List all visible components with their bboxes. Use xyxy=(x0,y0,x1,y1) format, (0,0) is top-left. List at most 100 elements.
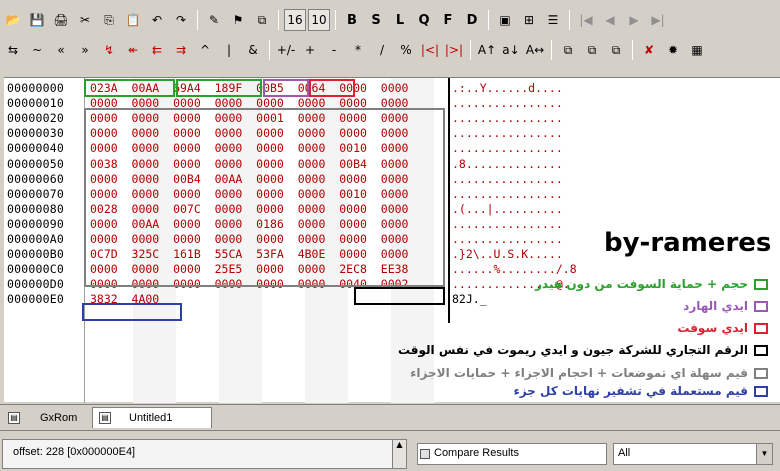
compare-panel: Compare Results All ▼ xyxy=(417,441,777,471)
toolbar1-button-0-7[interactable]: ↷ xyxy=(170,9,192,31)
toolbar1-button-4-0[interactable]: ▣ xyxy=(494,9,516,31)
toolbar2-button-4-1[interactable]: ✹ xyxy=(662,39,684,61)
legend-item: ايدي سوفت xyxy=(677,321,768,335)
ascii-row[interactable]: ................ xyxy=(452,232,563,246)
ascii-row[interactable]: ................ xyxy=(452,217,563,231)
hex-row[interactable]: 0000 0000 0000 25E5 0000 0000 2EC8 EE38 xyxy=(90,262,409,276)
ascii-row[interactable]: ................ xyxy=(452,126,563,140)
toolbar1-button-0-6[interactable]: ↶ xyxy=(146,9,168,31)
hex-row[interactable]: 023A 00AA 69A4 189F 00B5 0064 0000 0000 xyxy=(90,81,409,95)
ascii-row[interactable]: ................ xyxy=(452,96,563,110)
hex-row[interactable]: 0000 0000 0000 0000 0000 0000 0000 0000 xyxy=(90,96,409,110)
ascii-row[interactable]: ......%......../.8 xyxy=(452,262,577,276)
toolbar2-button-3-1[interactable]: ⧉ xyxy=(581,39,603,61)
hex-row[interactable]: 0000 00AA 0000 0000 0186 0000 0000 0000 xyxy=(90,217,409,231)
toolbar2-button-1-1[interactable]: + xyxy=(299,39,321,61)
hex-row[interactable]: 0000 0000 0000 0000 0000 0000 0040 0002 xyxy=(90,277,409,291)
toolbar2-button-0-0[interactable]: ⇆ xyxy=(2,39,24,61)
ascii-row[interactable]: .(...|.......... xyxy=(452,202,563,216)
toolbar1-button-4-1[interactable]: ⊞ xyxy=(518,9,540,31)
toolbar2-button-0-5[interactable]: ↞ xyxy=(122,39,144,61)
toolbar1-button-5-2[interactable]: ▶ xyxy=(623,9,645,31)
toolbar2-button-2-1[interactable]: a↓ xyxy=(500,39,522,61)
hex-row[interactable]: 0000 0000 0000 0000 0000 0000 0010 0000 xyxy=(90,141,409,155)
toolbar2-button-0-9[interactable]: | xyxy=(218,39,240,61)
toolbar1-button-3-3[interactable]: Q xyxy=(413,9,435,31)
toolbar1-button-3-4[interactable]: F xyxy=(437,9,459,31)
toolbar2-button-1-4[interactable]: / xyxy=(371,39,393,61)
toolbar2-button-0-1[interactable]: ~ xyxy=(26,39,48,61)
toolbar2-button-1-7[interactable]: |>| xyxy=(443,39,465,61)
ascii-row[interactable]: .8.............. xyxy=(452,157,563,171)
hex-row[interactable]: 0000 0000 0000 0000 0000 0000 0010 0000 xyxy=(90,187,409,201)
toolbar2-button-1-5[interactable]: % xyxy=(395,39,417,61)
hex-view[interactable]: 00000000 00000010 00000020 00000030 00000040… xyxy=(4,77,780,403)
compare-filter-select[interactable]: All ▼ xyxy=(613,443,773,465)
toolbar1-button-1-1[interactable]: ⚑ xyxy=(227,9,249,31)
tab-untitled1[interactable]: ▤ Untitled1 xyxy=(92,407,212,428)
toolbar2-button-0-7[interactable]: ⇉ xyxy=(170,39,192,61)
toolbar1-button-0-1[interactable]: 💾 xyxy=(26,9,48,31)
hex-row[interactable]: 0000 0000 0000 0000 0000 0000 0000 0000 xyxy=(90,232,409,246)
chevron-down-icon[interactable]: ▼ xyxy=(756,444,772,464)
ascii-row[interactable]: ................ xyxy=(452,187,563,201)
toolbar2-button-0-3[interactable]: » xyxy=(74,39,96,61)
hex-row[interactable]: 3832 4A00 xyxy=(90,292,159,306)
toolbar2-button-1-2[interactable]: - xyxy=(323,39,345,61)
toolbar2-button-1-0[interactable]: +/- xyxy=(275,39,297,61)
toolbar1-button-1-0[interactable]: ✎ xyxy=(203,9,225,31)
hex-row[interactable]: 0C7D 325C 161B 55CA 53FA 4B0E 0000 0000 xyxy=(90,247,409,261)
toolbar2-button-2-2[interactable]: A↔ xyxy=(524,39,546,61)
hex-row[interactable]: 0000 0000 0000 0000 0001 0000 0000 0000 xyxy=(90,111,409,125)
toolbar2-button-0-4[interactable]: ↯ xyxy=(98,39,120,61)
ascii-row[interactable]: ................ xyxy=(452,111,563,125)
ascii-row[interactable]: 82J._ xyxy=(452,292,487,306)
toolbar1-button-0-0[interactable]: 📂 xyxy=(2,9,24,31)
offset-scrollbar[interactable]: ▲ xyxy=(392,440,406,468)
toolbar1-button-5-1[interactable]: ◀ xyxy=(599,9,621,31)
address-cell: 000000E0 xyxy=(7,292,64,307)
toolbar1-button-0-5[interactable]: 📋 xyxy=(122,9,144,31)
address-cell: 00000080 xyxy=(7,201,64,216)
hex-row[interactable]: 0000 0000 0000 0000 0000 0000 0000 0000 xyxy=(90,126,409,140)
toolbar2-button-3-0[interactable]: ⧉ xyxy=(557,39,579,61)
toolbar1-button-0-3[interactable]: ✂ xyxy=(74,9,96,31)
toolbar1-button-5-3[interactable]: ▶| xyxy=(647,9,669,31)
legend-item: ايدي الهارد xyxy=(683,299,768,313)
address-cell: 000000A0 xyxy=(7,232,64,246)
compare-results-field[interactable]: Compare Results xyxy=(417,443,607,465)
toolbar2-button-2-0[interactable]: A↑ xyxy=(476,39,498,61)
toolbar1-button-3-2[interactable]: L xyxy=(389,9,411,31)
tab-gxrom[interactable]: ▤ GxRom xyxy=(8,407,88,428)
legend-text: حجم + حماية السوفت من دون هيدر xyxy=(535,277,748,291)
toolbar2-button-0-10[interactable]: & xyxy=(242,39,264,61)
toolbar1-button-0-4[interactable]: ⎘ xyxy=(98,9,120,31)
toolbar-separator xyxy=(569,10,570,30)
toolbar2-button-3-2[interactable]: ⧉ xyxy=(605,39,627,61)
hex-row[interactable]: 0038 0000 0000 0000 0000 0000 00B4 0000 xyxy=(90,157,409,171)
hex-row[interactable]: 0028 0000 007C 0000 0000 0000 0000 0000 xyxy=(90,202,409,216)
ascii-row[interactable]: ................ xyxy=(452,141,563,155)
ascii-row[interactable]: .}2\..U.S.K..... xyxy=(452,247,563,261)
toolbar1-button-4-2[interactable]: ☰ xyxy=(542,9,564,31)
toolbar2-button-4-2[interactable]: ▦ xyxy=(686,39,708,61)
toolbar2-button-0-2[interactable]: « xyxy=(50,39,72,61)
ascii-row[interactable]: ................ xyxy=(452,172,563,186)
toolbar1-button-2-0[interactable]: 16 xyxy=(284,9,306,31)
toolbar2-button-4-0[interactable]: ✘ xyxy=(638,39,660,61)
toolbar1-button-3-1[interactable]: S xyxy=(365,9,387,31)
toolbar1-button-0-2[interactable]: 🖨 xyxy=(50,9,72,31)
hex-row[interactable]: 0000 0000 00B4 00AA 0000 0000 0000 0000 xyxy=(90,172,409,186)
toolbar1-button-3-0[interactable]: B xyxy=(341,9,363,31)
toolbar1-button-1-2[interactable]: ⧉ xyxy=(251,9,273,31)
legend-swatch xyxy=(754,367,768,379)
legend-item: حجم + حماية السوفت من دون هيدر xyxy=(535,277,768,291)
toolbar2-button-1-6[interactable]: |<| xyxy=(419,39,441,61)
toolbar1-button-3-5[interactable]: D xyxy=(461,9,483,31)
toolbar2-button-1-3[interactable]: * xyxy=(347,39,369,61)
toolbar2-button-0-8[interactable]: ^ xyxy=(194,39,216,61)
toolbar1-button-2-1[interactable]: 10 xyxy=(308,9,330,31)
ascii-row[interactable]: .:..Y......d.... xyxy=(452,81,563,95)
toolbar2-button-0-6[interactable]: ⇇ xyxy=(146,39,168,61)
toolbar1-button-5-0[interactable]: |◀ xyxy=(575,9,597,31)
